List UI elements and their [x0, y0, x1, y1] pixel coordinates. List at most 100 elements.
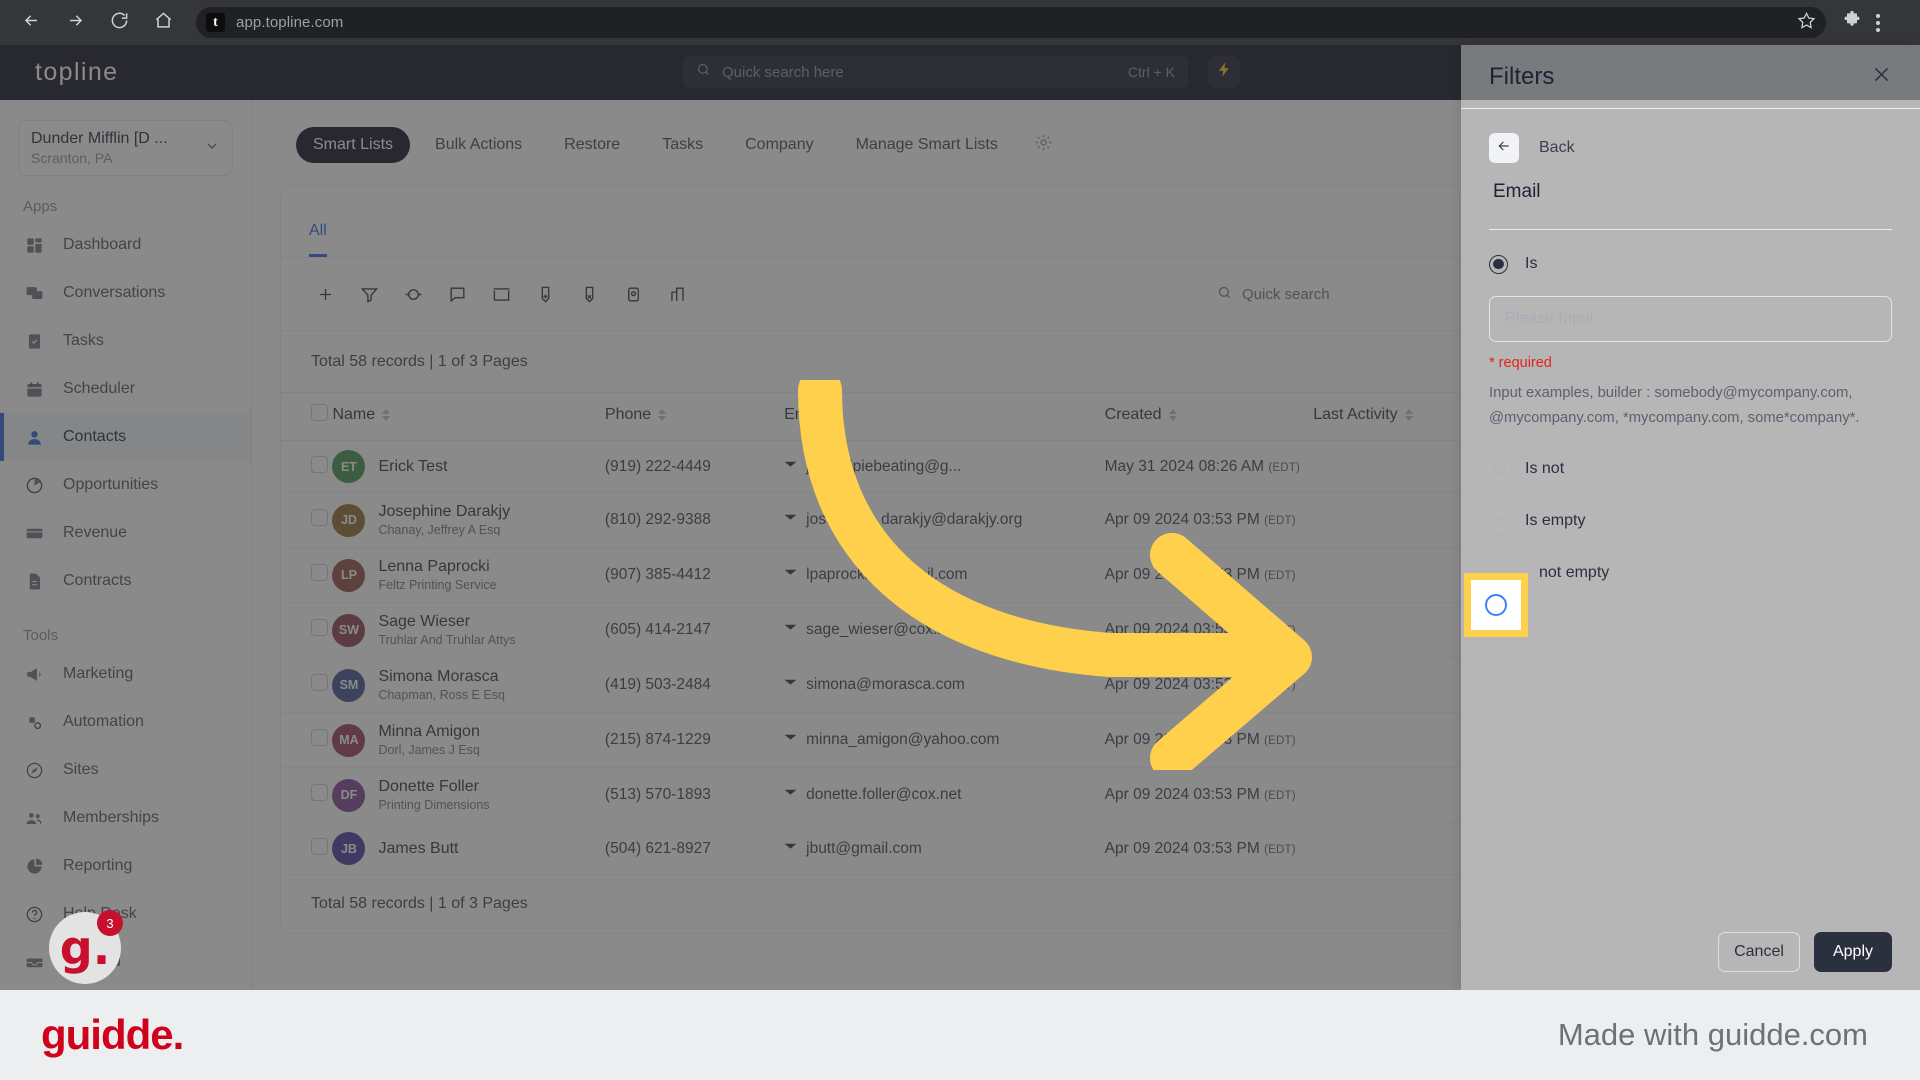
table-row[interactable]: JB James Butt (504) 621-8927 jbutt@gmail.co…: [281, 822, 1459, 875]
filter-option-not-empty[interactable]: not empty: [1489, 547, 1892, 599]
tab-all[interactable]: All: [309, 222, 327, 257]
filters-back-row[interactable]: Back: [1489, 133, 1892, 163]
row-select-cell[interactable]: [281, 657, 333, 713]
tab-bulk-actions[interactable]: Bulk Actions: [418, 127, 539, 163]
sidebar-item-inbound[interactable]: Inbound: [0, 938, 251, 986]
row-select-cell[interactable]: [281, 547, 333, 603]
row-select-cell[interactable]: [281, 440, 333, 493]
row-checkbox[interactable]: [311, 729, 328, 746]
tab-restore[interactable]: Restore: [547, 127, 637, 163]
add-tag-icon[interactable]: [528, 277, 563, 312]
table-row[interactable]: DF Donette Foller Printing Dimensions (513)…: [281, 767, 1459, 823]
tab-manage-smart-lists[interactable]: Manage Smart Lists: [839, 127, 1015, 163]
sidebar-item-tasks[interactable]: Tasks: [0, 317, 251, 365]
sms-icon[interactable]: [440, 277, 475, 312]
row-select-cell[interactable]: [281, 712, 333, 768]
back-button[interactable]: [1489, 133, 1519, 163]
crm-settings-button[interactable]: [1029, 130, 1059, 160]
sidebar-item-reporting[interactable]: Reporting: [0, 842, 251, 890]
reload-button[interactable]: [102, 6, 136, 40]
filter-option-is-empty[interactable]: Is empty: [1489, 495, 1892, 547]
sidebar-item-memberships[interactable]: Memberships: [0, 794, 251, 842]
sidebar-item-revenue[interactable]: Revenue: [0, 509, 251, 557]
export-icon[interactable]: [616, 277, 651, 312]
select-all-checkbox[interactable]: [311, 404, 328, 421]
row-checkbox[interactable]: [311, 837, 328, 855]
sidebar-item-help-desk[interactable]: Help Desk: [0, 890, 251, 938]
tab-company[interactable]: Company: [728, 127, 830, 163]
radio-not-empty[interactable]: [1485, 594, 1507, 616]
cancel-button[interactable]: Cancel: [1718, 932, 1800, 972]
sidebar-item-sites[interactable]: Sites: [0, 746, 251, 794]
sidebar-item-scheduler[interactable]: Scheduler: [0, 365, 251, 413]
global-search-input[interactable]: Quick search here Ctrl + K: [683, 56, 1188, 88]
tab-tasks[interactable]: Tasks: [645, 127, 720, 163]
guidde-bubble[interactable]: g. 3: [49, 910, 123, 984]
sidebar-item-marketing[interactable]: Marketing: [0, 650, 251, 698]
radio-is[interactable]: [1489, 254, 1508, 274]
star-icon[interactable]: [1797, 11, 1816, 35]
radio-is-empty[interactable]: [1489, 511, 1508, 531]
address-bar[interactable]: t app.topline.com: [196, 7, 1826, 38]
browser-menu-button[interactable]: [1876, 13, 1880, 32]
add-contact-icon[interactable]: [308, 277, 343, 312]
required-text: * required: [1489, 355, 1552, 371]
row-select-cell[interactable]: [281, 767, 333, 823]
sidebar-item-contacts[interactable]: Contacts: [0, 413, 251, 461]
revenue-icon: [23, 522, 45, 544]
column-name[interactable]: Name: [332, 392, 605, 441]
email-icon[interactable]: [484, 277, 519, 312]
sidebar-item-conversations[interactable]: Conversations: [0, 269, 251, 317]
row-checkbox[interactable]: [311, 455, 328, 473]
import-icon[interactable]: [396, 277, 431, 312]
filter-option-is-not[interactable]: Is not: [1489, 443, 1892, 495]
row-checkbox[interactable]: [311, 509, 328, 526]
row-checkbox[interactable]: [311, 784, 328, 801]
filter-option-is[interactable]: Is: [1489, 238, 1892, 290]
merge-icon[interactable]: [660, 277, 695, 312]
cell-phone: (907) 385-4412: [604, 547, 785, 603]
row-checkbox[interactable]: [311, 619, 328, 636]
cell-phone: (919) 222-4449: [604, 440, 785, 493]
contact-name: Lenna Paprocki: [378, 558, 490, 575]
row-select-cell[interactable]: [281, 822, 333, 875]
filter-option-is-not-label: Is not: [1525, 460, 1565, 477]
row-select-cell[interactable]: [281, 492, 333, 548]
cell-phone: (215) 874-1229: [604, 712, 785, 768]
contacts-icon: [23, 426, 45, 448]
quick-actions-button[interactable]: [1208, 56, 1240, 88]
sidebar-item-contracts[interactable]: Contracts: [0, 557, 251, 605]
extensions-button[interactable]: [1842, 10, 1862, 35]
tab-smart-lists[interactable]: Smart Lists: [296, 127, 411, 163]
apply-button[interactable]: Apply: [1814, 932, 1892, 972]
browser-toolbar: t app.topline.com: [0, 0, 1920, 45]
sort-icon[interactable]: [1404, 408, 1413, 421]
sidebar-item-dashboard[interactable]: Dashboard: [0, 221, 251, 269]
sort-icon[interactable]: [382, 408, 391, 421]
remove-tag-icon[interactable]: [572, 277, 607, 312]
org-switcher[interactable]: Dunder Mifflin [D ... Scranton, PA: [18, 120, 233, 176]
sort-icon[interactable]: [658, 408, 667, 421]
sidebar-item-opportunities[interactable]: Opportunities: [0, 461, 251, 509]
contact-company: Truhlar And Truhlar Attys: [378, 633, 516, 647]
row-select-cell[interactable]: [281, 602, 333, 658]
app-logo[interactable]: topline: [0, 58, 252, 87]
close-filters-button[interactable]: [1871, 64, 1892, 90]
back-button[interactable]: [14, 6, 48, 40]
row-checkbox[interactable]: [311, 674, 328, 691]
conversations-icon: [23, 282, 45, 304]
sidebar-item-label: Dashboard: [63, 236, 142, 253]
contact-name: Minna Amigon: [378, 723, 480, 740]
home-button[interactable]: [146, 6, 180, 40]
sidebar-item-automation[interactable]: Automation: [0, 698, 251, 746]
filter-icon[interactable]: [352, 277, 387, 312]
contact-name: James Butt: [378, 839, 459, 857]
column-phone[interactable]: Phone: [604, 392, 785, 441]
contacts-quick-search[interactable]: Quick search: [1195, 276, 1435, 312]
filter-value-input[interactable]: Please Input: [1489, 296, 1892, 342]
select-all-header[interactable]: [281, 392, 333, 441]
forward-button[interactable]: [58, 6, 92, 40]
radio-is-not[interactable]: [1489, 459, 1508, 479]
home-icon: [154, 11, 173, 35]
row-checkbox[interactable]: [311, 564, 328, 581]
